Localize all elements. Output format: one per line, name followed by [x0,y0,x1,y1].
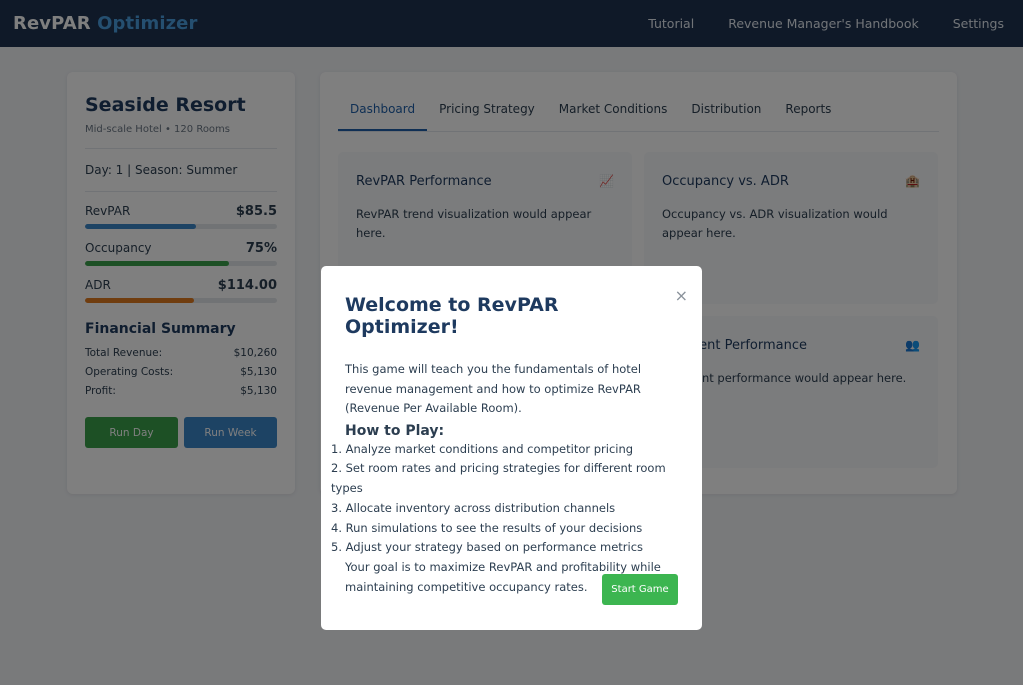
close-icon[interactable]: × [675,286,688,305]
step-item: 3. Allocate inventory across distributio… [331,500,616,515]
step-item: 5. Adjust your strategy based on perform… [331,540,644,555]
start-game-button[interactable]: Start Game [602,574,678,605]
step-item: 2. Set room rates and pricing strategies… [331,461,666,496]
step-item: 4. Run simulations to see the results of… [331,520,643,535]
welcome-modal: × Welcome to RevPAR Optimizer! This game… [321,266,702,630]
modal-title: Welcome to RevPAR Optimizer! [345,294,559,338]
how-to-play-heading: How to Play: [345,422,445,439]
modal-intro: This game will teach you the fundamental… [345,362,642,416]
how-to-play-steps: 1. Analyze market conditions and competi… [331,440,678,559]
step-item: 1. Analyze market conditions and competi… [331,441,634,456]
